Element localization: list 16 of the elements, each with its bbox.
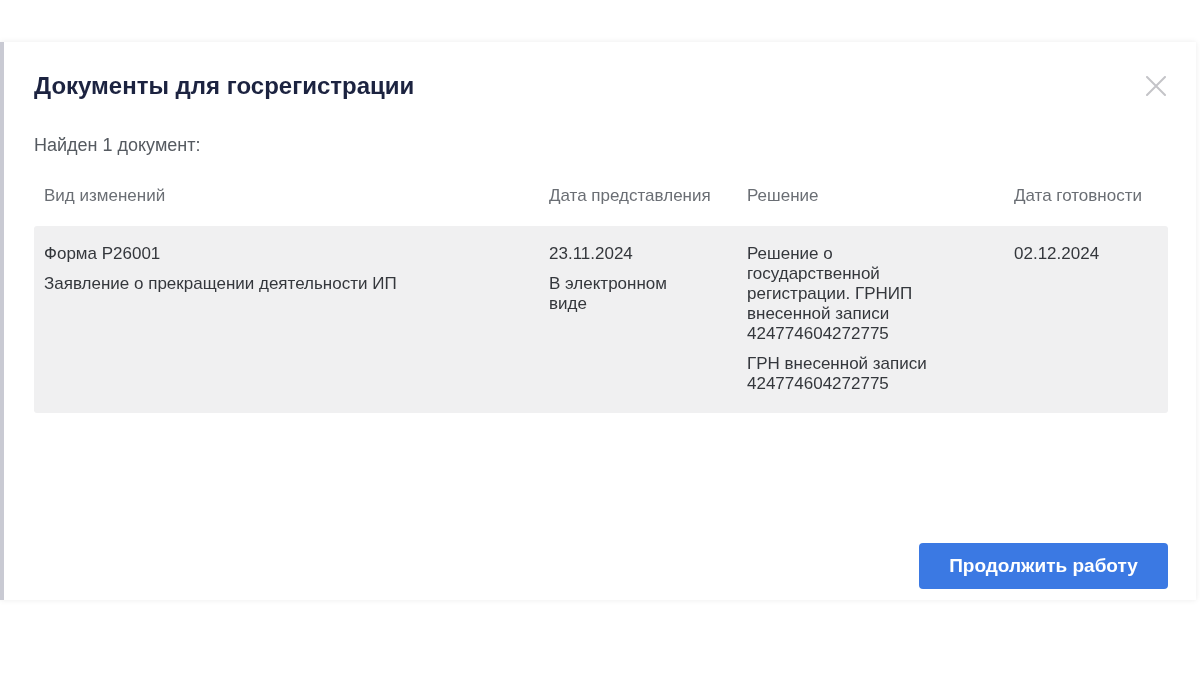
column-header: Дата представления: [549, 185, 711, 207]
cell-text: В электронном виде: [549, 274, 668, 314]
close-icon: [1146, 76, 1166, 96]
summary-text: Найден 1 документ:: [34, 134, 202, 157]
column-header: Решение: [747, 185, 819, 207]
column-header: Вид изменений: [44, 185, 166, 207]
close-button[interactable]: [1146, 76, 1166, 96]
cell-text: ГРН внесенной записи 424774604272775: [747, 354, 928, 394]
cell-text: 02.12.2024: [1014, 244, 1100, 264]
dialog-title: Документы для госрегистрации: [34, 71, 415, 101]
cell-text: Заявление о прекращении деятельности ИП: [44, 274, 397, 294]
cell-text: Решение о государственной регистрации. ГРНИП внесенной записи 424774604272775: [747, 244, 914, 344]
cell-text: Форма Р26001: [44, 244, 161, 264]
column-header: Дата готовности: [1014, 185, 1142, 207]
cell-text: 23.11.2024: [549, 244, 633, 264]
continue-button[interactable]: Продолжить работу: [919, 543, 1168, 589]
